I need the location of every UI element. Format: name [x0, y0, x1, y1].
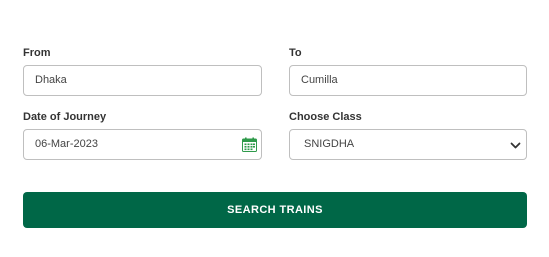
- to-label: To: [289, 47, 302, 59]
- choose-class-select[interactable]: SNIGDHA: [289, 129, 527, 160]
- from-field[interactable]: Dhaka: [23, 65, 262, 96]
- to-field[interactable]: Cumilla: [289, 65, 527, 96]
- train-search-form: From Dhaka To Cumilla Date of Journey 06…: [0, 0, 549, 257]
- to-value: Cumilla: [301, 74, 338, 86]
- calendar-icon[interactable]: [242, 137, 257, 152]
- from-value: Dhaka: [35, 74, 67, 86]
- date-value: 06-Mar-2023: [35, 138, 98, 150]
- from-label: From: [23, 47, 51, 59]
- search-trains-button[interactable]: SEARCH TRAINS: [23, 192, 527, 228]
- choose-class-label: Choose Class: [289, 111, 362, 123]
- class-selected-value: SNIGDHA: [304, 138, 355, 150]
- date-of-journey-label: Date of Journey: [23, 111, 107, 123]
- chevron-down-icon: [510, 142, 521, 149]
- date-of-journey-field[interactable]: 06-Mar-2023: [23, 129, 262, 160]
